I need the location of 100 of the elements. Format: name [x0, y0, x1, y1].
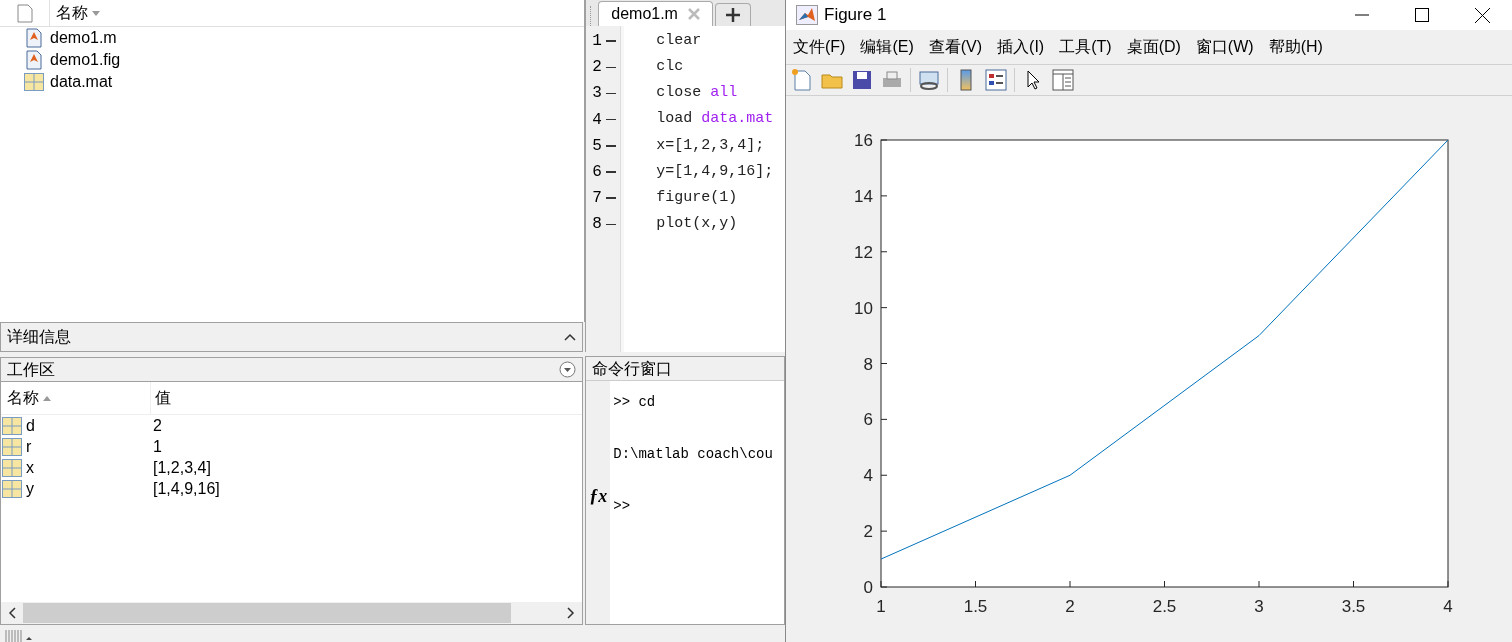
executable-line-marker	[605, 118, 616, 121]
executable-line-marker	[605, 223, 616, 226]
plus-icon	[725, 8, 740, 22]
property-editor-icon[interactable]	[1051, 68, 1075, 92]
y-tick: 6	[863, 410, 888, 430]
document-icon	[24, 50, 44, 70]
line-number: 3	[592, 83, 602, 105]
y-tick-label: 0	[863, 578, 873, 597]
scroll-thumb[interactable]	[23, 603, 511, 623]
y-tick: 10	[854, 298, 888, 318]
save-icon[interactable]	[850, 68, 874, 92]
y-tick: 12	[854, 242, 888, 262]
y-tick: 2	[863, 522, 888, 542]
y-tick-label: 4	[863, 466, 873, 486]
y-tick-label: 10	[854, 298, 873, 318]
menu-item[interactable]: 工具(T)	[1059, 35, 1112, 59]
executable-line-marker	[605, 197, 616, 199]
y-tick-label: 6	[863, 410, 873, 430]
x-tick-label: 2.5	[1152, 597, 1177, 616]
y-tick: 4	[863, 466, 888, 486]
new-tab-button[interactable]	[714, 3, 751, 26]
x-tick-label: 2	[1065, 597, 1075, 616]
menu-item[interactable]: 查看(V)	[928, 35, 983, 59]
x-tick-label: 1.5	[963, 597, 988, 616]
variable-value: 2	[153, 415, 162, 436]
function-browser-icon[interactable]: ƒx	[589, 487, 608, 505]
line-number: 5	[592, 135, 602, 157]
x-tick: 1.5	[963, 580, 988, 616]
x-tick-label: 1	[876, 597, 886, 616]
command-output: >> cd	[613, 392, 657, 412]
document-icon	[24, 28, 44, 48]
code-line: x=[1,2,3,4];	[656, 135, 766, 156]
variable-value: [1,4,9,16]	[153, 478, 220, 499]
caret-icon	[92, 10, 100, 16]
menu-item[interactable]: 帮助(H)	[1268, 35, 1323, 59]
executable-line-marker	[605, 171, 616, 173]
executable-line-marker	[605, 92, 616, 95]
y-tick-label: 16	[854, 131, 873, 150]
code-line: plot(x,y)	[656, 214, 739, 235]
executable-line-marker	[605, 40, 616, 42]
x-tick: 2.5	[1152, 580, 1177, 616]
line-number: 1	[592, 31, 602, 53]
x-tick-label: 3	[1254, 597, 1264, 616]
x-tick: 3.5	[1341, 580, 1366, 616]
file-item[interactable]: demo1.m	[0, 27, 585, 49]
y-tick-label: 14	[854, 186, 873, 206]
legend-icon[interactable]	[984, 68, 1008, 92]
column-header[interactable]: 名称	[1, 382, 151, 414]
line-number: 4	[592, 109, 602, 131]
variable-value: [1,2,3,4]	[153, 457, 211, 478]
menu-item[interactable]: 窗口(W)	[1195, 35, 1254, 59]
code-line: clc	[656, 57, 685, 78]
horizontal-scrollbar[interactable]	[1, 602, 583, 624]
line-number: 7	[592, 188, 602, 210]
table-icon	[24, 73, 44, 91]
line-number: 6	[592, 162, 602, 184]
code-line: y=[1,4,9,16];	[656, 161, 775, 182]
menu-item[interactable]: 桌面(D)	[1126, 35, 1181, 59]
x-tick-label: 3.5	[1341, 597, 1366, 616]
y-tick-label: 12	[854, 242, 873, 262]
panel-title: 详细信息	[7, 327, 71, 347]
menu-item[interactable]: 文件(F)	[793, 35, 846, 59]
file-item[interactable]: data.mat	[0, 71, 585, 93]
code-line: close all	[656, 83, 739, 104]
code-line: load data.mat	[656, 109, 775, 130]
column-header[interactable]: 名称	[50, 1, 100, 25]
editor-tab[interactable]: demo1.m	[598, 1, 713, 26]
variable-icon	[2, 458, 22, 477]
y-tick: 8	[863, 354, 888, 374]
sort-up-icon	[43, 395, 51, 401]
y-tick-label: 8	[863, 354, 873, 374]
x-tick: 3	[1254, 580, 1264, 616]
y-tick-label: 2	[863, 522, 873, 542]
code-line: figure(1)	[656, 187, 739, 208]
variable-icon	[2, 437, 22, 456]
line-number: 8	[592, 214, 602, 236]
executable-line-marker	[605, 145, 616, 147]
line-number: 2	[592, 57, 602, 79]
code-line: clear	[656, 30, 703, 51]
file-item[interactable]: demo1.fig	[0, 49, 585, 71]
menu-item[interactable]: 插入(I)	[997, 35, 1045, 59]
dropdown-icon[interactable]	[559, 361, 577, 378]
panel-title: 工作区	[7, 359, 55, 380]
menu-item[interactable]: 编辑(E)	[860, 35, 914, 59]
variable-icon	[2, 479, 22, 498]
y-tick: 14	[854, 186, 888, 206]
x-tick: 2	[1065, 580, 1075, 616]
y-tick: 16	[854, 131, 888, 150]
x-tick: 4	[1443, 580, 1453, 616]
panel-title: 命令行窗口	[592, 358, 673, 379]
column-header[interactable]: 值	[151, 386, 171, 410]
command-output: D:\matlab coach\cou	[613, 444, 774, 464]
window-title: Figure 1	[824, 4, 888, 27]
x-tick-label: 4	[1443, 597, 1453, 616]
chevron-up-icon[interactable]	[564, 333, 577, 341]
blank-document-icon	[16, 3, 33, 23]
executable-line-marker	[605, 66, 616, 69]
variable-value: 1	[153, 436, 162, 457]
variable-icon	[2, 416, 22, 435]
command-prompt[interactable]: >>	[613, 493, 784, 519]
